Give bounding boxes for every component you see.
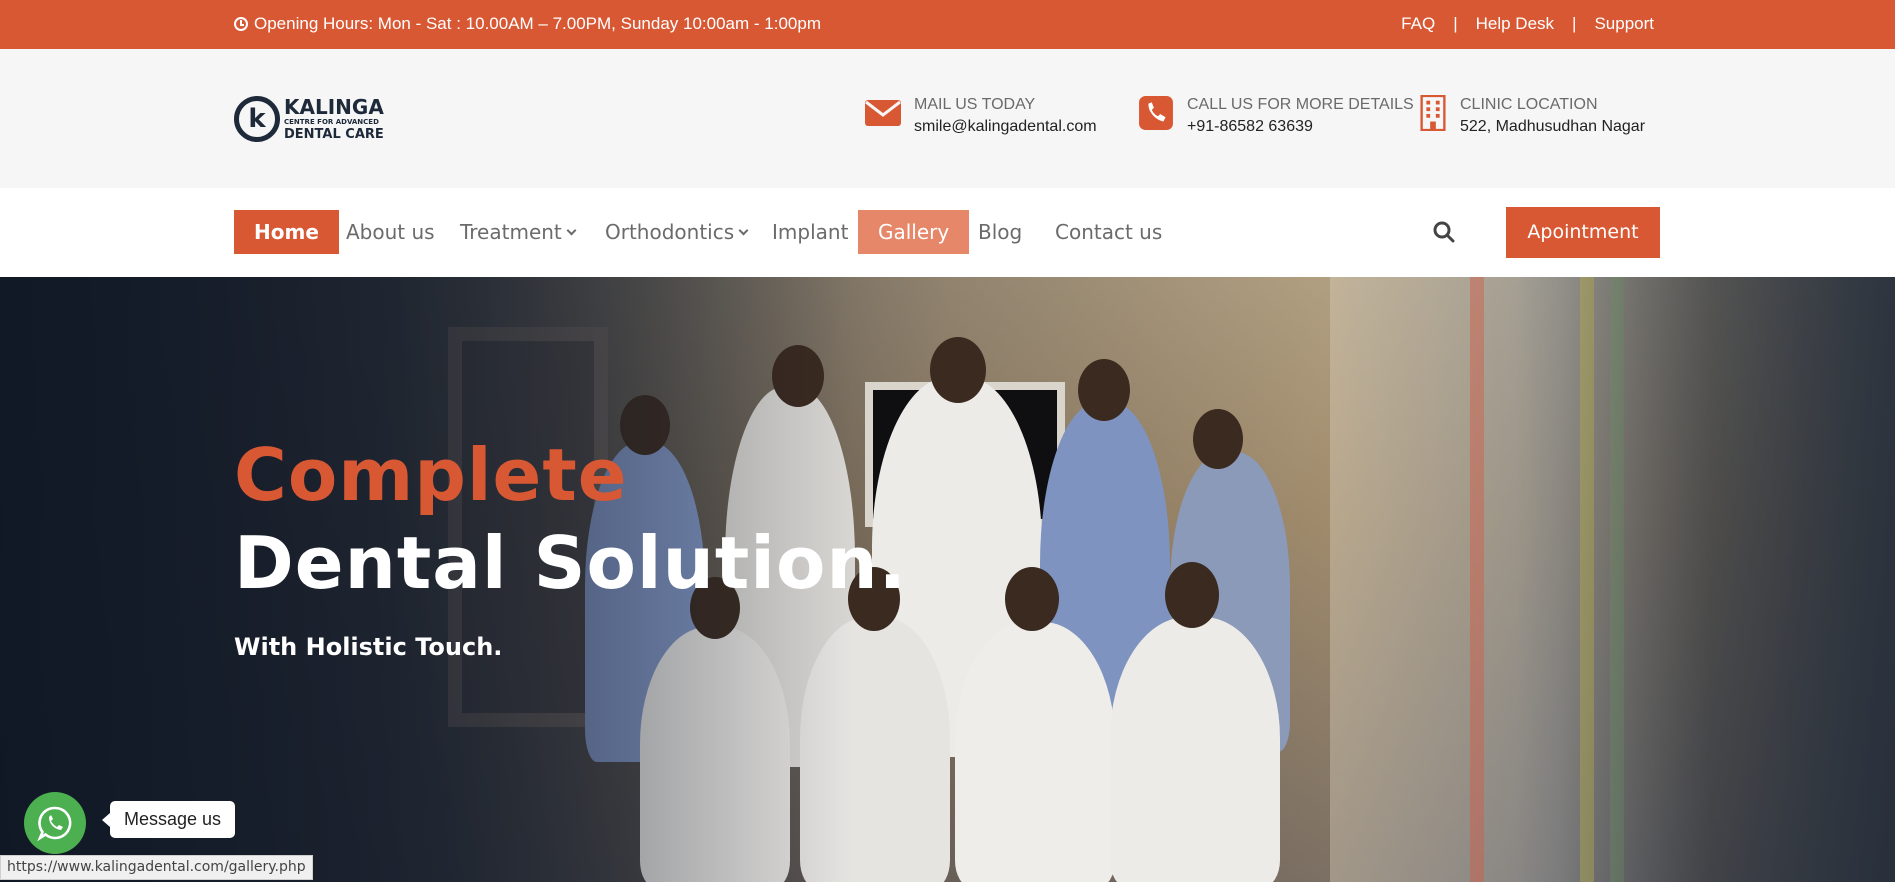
contact-label: CLINIC LOCATION (1460, 96, 1598, 113)
help-desk-link[interactable]: Help Desk (1476, 14, 1554, 34)
nav-blog[interactable]: Blog (958, 210, 1042, 254)
phone-icon (1139, 96, 1173, 130)
opening-hours-text: Opening Hours: Mon - Sat : 10.00AM – 7.0… (254, 14, 821, 33)
contact-label: CALL US FOR MORE DETAILS (1187, 96, 1414, 113)
logo-line-3: DENTAL CARE (284, 127, 384, 142)
top-bar: Opening Hours: Mon - Sat : 10.00AM – 7.0… (0, 0, 1895, 49)
nav-gallery[interactable]: Gallery (858, 210, 970, 254)
logo-mark: k (234, 96, 280, 142)
divider: | (1572, 14, 1577, 33)
hero-title: Dental Solution. (234, 521, 908, 605)
logo-line-2: CENTRE FOR ADVANCED (284, 118, 379, 126)
email-value[interactable]: smile@kalingadental.com (914, 115, 1097, 139)
logo-line-1: KALINGA (284, 95, 384, 119)
logo-text: KALINGA CENTRE FOR ADVANCED DENTAL CARE (284, 97, 384, 141)
chevron-down-icon (738, 225, 749, 236)
nav-orthodontics[interactable]: Orthodontics (585, 210, 767, 254)
appointment-button[interactable]: Apointment (1506, 207, 1660, 258)
nav-contact-us[interactable]: Contact us (1035, 210, 1182, 254)
contact-label: MAIL US TODAY (914, 96, 1036, 113)
nav-implant[interactable]: Implant (752, 210, 868, 254)
divider: | (1453, 14, 1458, 33)
nav-treatment[interactable]: Treatment (440, 210, 595, 254)
support-link[interactable]: Support (1594, 14, 1654, 34)
faq-link[interactable]: FAQ (1401, 14, 1435, 34)
building-icon (1420, 95, 1446, 131)
contact-call: CALL US FOR MORE DETAILS +91-86582 63639 (1137, 95, 1414, 139)
phone-value[interactable]: +91-86582 63639 (1187, 115, 1414, 139)
opening-hours: Opening Hours: Mon - Sat : 10.00AM – 7.0… (234, 14, 821, 34)
nav-label: Orthodontics (605, 220, 735, 244)
whatsapp-icon (37, 806, 72, 841)
whatsapp-button[interactable] (24, 792, 86, 854)
contact-location: CLINIC LOCATION 522, Madhusudhan Nagar (1418, 95, 1645, 139)
site-header: k KALINGA CENTRE FOR ADVANCED DENTAL CAR… (0, 49, 1895, 188)
status-bar-url: https://www.kalingadental.com/gallery.ph… (0, 855, 313, 880)
nav-about-us[interactable]: About us (326, 210, 455, 254)
contact-mail: MAIL US TODAY smile@kalingadental.com (864, 95, 1097, 139)
chevron-down-icon (566, 225, 577, 236)
hero-title-highlight: Complete (234, 433, 628, 517)
site-logo[interactable]: k KALINGA CENTRE FOR ADVANCED DENTAL CAR… (234, 96, 384, 142)
main-nav: Home About us Treatment Orthodontics Imp… (0, 188, 1895, 277)
whatsapp-message-bubble[interactable]: Message us (101, 801, 236, 838)
search-icon[interactable] (1432, 220, 1456, 244)
location-value: 522, Madhusudhan Nagar (1460, 118, 1646, 135)
mail-icon (865, 100, 901, 126)
nav-label: Treatment (460, 220, 562, 244)
hero-subtitle: With Holistic Touch. (234, 633, 503, 661)
top-links: FAQ | Help Desk | Support (1401, 14, 1654, 34)
clock-icon (234, 17, 248, 31)
nav-home[interactable]: Home (234, 210, 339, 254)
hero-banner: Complete Dental Solution. With Holistic … (0, 277, 1895, 882)
